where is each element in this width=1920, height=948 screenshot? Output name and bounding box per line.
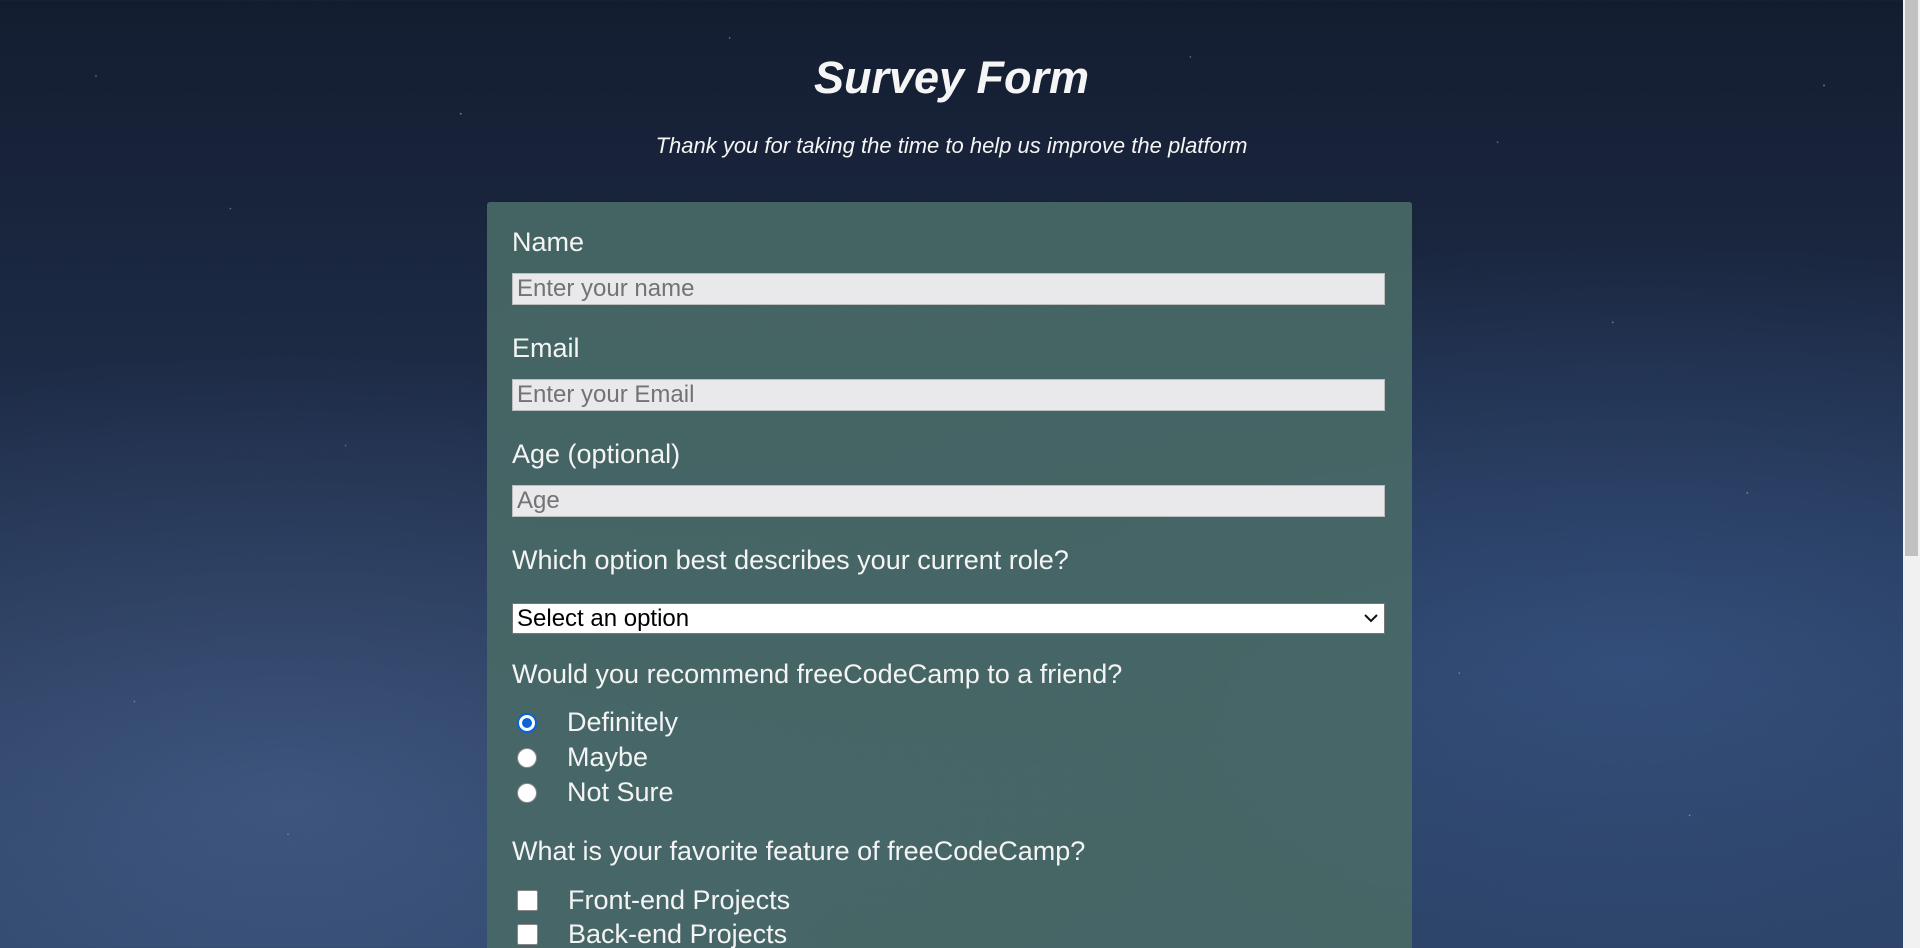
checkbox-option-back-end[interactable]: Back-end Projects	[517, 919, 787, 948]
radio-label: Definitely	[567, 707, 679, 737]
radio-button[interactable]	[517, 747, 537, 768]
role-label: Which option best describes your current…	[512, 545, 1069, 575]
radio-button[interactable]	[517, 782, 537, 803]
age-input[interactable]	[512, 485, 1385, 517]
page-title: Survey Form	[813, 52, 1090, 103]
checkbox-label: Front-end Projects	[568, 885, 791, 915]
recommend-label: Would you recommend freeCodeCamp to a fr…	[512, 659, 1123, 689]
vertical-scrollbar[interactable]	[1903, 0, 1920, 948]
radio-option-not-sure[interactable]: Not Sure	[517, 777, 674, 808]
role-select[interactable]: Select an option	[512, 603, 1385, 634]
radio-label: Maybe	[567, 742, 649, 772]
page-description: Thank you for taking the time to help us…	[655, 133, 1248, 158]
feature-label: What is your favorite feature of freeCod…	[512, 836, 1086, 866]
page: Survey Form Thank you for taking the tim…	[0, 0, 1903, 948]
email-input[interactable]	[512, 379, 1385, 411]
age-label: Age (optional)	[512, 439, 681, 469]
checkbox-option-front-end[interactable]: Front-end Projects	[517, 885, 790, 916]
checkbox[interactable]	[517, 890, 538, 911]
name-input[interactable]	[512, 273, 1385, 305]
checkbox[interactable]	[517, 924, 538, 945]
radio-label: Not Sure	[567, 777, 674, 807]
radio-button-checked[interactable]	[517, 712, 537, 733]
survey-form: Name Email Age (optional) Which option b…	[487, 202, 1412, 948]
scrollbar-thumb[interactable]	[1905, 0, 1918, 556]
role-select-value: Select an option	[517, 604, 690, 632]
checkbox-label: Back-end Projects	[568, 919, 788, 948]
name-label: Name	[512, 227, 585, 257]
radio-option-maybe[interactable]: Maybe	[517, 742, 648, 773]
email-label: Email	[512, 333, 580, 363]
chevron-down-icon	[1364, 610, 1378, 628]
radio-option-definitely[interactable]: Definitely	[517, 707, 678, 738]
